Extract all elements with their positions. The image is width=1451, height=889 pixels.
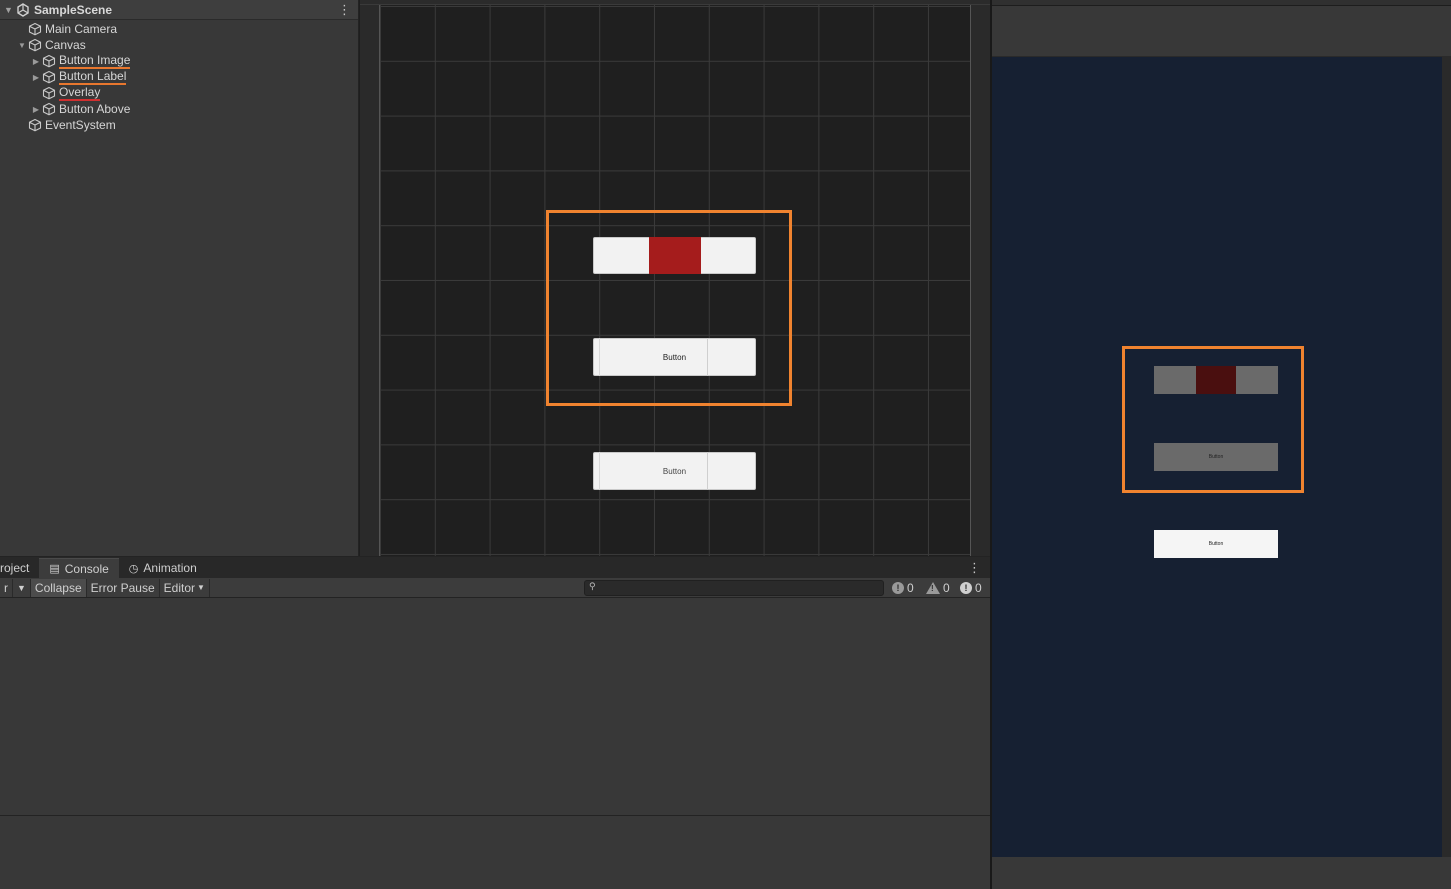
message-count: 0 [975,581,982,595]
collapse-label: Collapse [34,580,82,595]
gameobject-cube-icon [28,38,42,52]
hierarchy-panel: ▼ SampleScene ⋮ Main Camera ▼ Canvas ▶ B… [0,0,359,556]
tab-label: roject [0,561,30,575]
collapse-toggle[interactable]: Collapse [30,578,87,597]
error-count: 0 [907,581,914,595]
console-icon: ▤ [49,563,60,575]
hierarchy-scene-header[interactable]: ▼ SampleScene ⋮ [0,0,358,20]
rect-guide-line [707,452,708,490]
more-options-icon[interactable]: ⋮ [338,3,351,16]
game-view-footer [992,857,1451,889]
hierarchy-item-main-camera[interactable]: Main Camera [16,21,117,37]
chevron-down-icon: ▼ [197,583,205,592]
hierarchy-item-overlay[interactable]: Overlay [30,85,101,101]
message-count-toggle[interactable]: ! 0 [960,579,982,597]
error-pause-toggle[interactable]: Error Pause [87,578,160,597]
console-search-input[interactable]: ⚲ [584,580,884,596]
console-panel: roject ▤ Console ◷ Animation ⋮ r ▼ Colla… [0,556,990,889]
console-log-list[interactable] [0,599,990,816]
collapsed-arrow-icon[interactable]: ▶ [30,57,42,66]
error-count-toggle[interactable]: ! 0 [892,579,914,597]
highlight-annotation-box [1122,346,1304,493]
hierarchy-item-button-above[interactable]: ▶ Button Above [30,101,130,117]
editor-dropdown[interactable]: Editor ▼ [160,578,210,597]
collapsed-arrow-icon[interactable]: ▶ [30,105,42,114]
expanded-arrow-icon[interactable]: ▼ [16,41,28,50]
warning-count-toggle[interactable]: ! 0 [926,579,950,597]
console-toolbar: r ▼ Collapse Error Pause Editor ▼ ⚲ ! 0 … [0,578,990,598]
clear-dropdown-arrow-icon[interactable]: ▼ [13,578,31,597]
hierarchy-item-label: Button Image [59,53,131,69]
search-icon: ⚲ [589,581,596,591]
canvas-boundary-right [970,5,990,556]
scene-button-above[interactable]: Button [593,452,756,490]
gameobject-cube-icon [42,86,56,100]
clear-button[interactable]: r [0,578,13,597]
hierarchy-item-label: Button Above [59,102,131,116]
warning-icon: ! [926,582,940,594]
game-canvas[interactable]: Button Button [992,57,1442,857]
hierarchy-item-label: Main Camera [45,22,118,36]
error-icon: ! [892,582,904,594]
gameobject-cube-icon [28,118,42,132]
animation-icon: ◷ [128,562,139,575]
info-icon: ! [960,582,972,594]
hierarchy-item-eventsystem[interactable]: EventSystem [16,117,116,133]
clear-label: r [4,580,8,595]
game-view-toolbar [992,6,1451,56]
scene-view[interactable]: Button Button [360,0,990,556]
hierarchy-item-label: Button Label [59,69,127,85]
editor-label: Editor [163,580,196,595]
game-button-above[interactable]: Button [1154,530,1278,558]
more-options-icon[interactable]: ⋮ [968,561,981,574]
gameobject-cube-icon [42,54,56,68]
hierarchy-item-canvas[interactable]: ▼ Canvas [16,37,86,53]
canvas-boundary-left [360,5,380,556]
gameobject-cube-icon [42,70,56,84]
scene-name: SampleScene [34,2,113,17]
button-text: Button [662,466,687,476]
tab-animation[interactable]: ◷ Animation [119,558,207,578]
warning-count: 0 [943,581,950,595]
hierarchy-item-button-image[interactable]: ▶ Button Image [30,53,131,69]
bottom-tabs: roject ▤ Console ◷ Animation ⋮ [0,557,990,578]
collapse-arrow-icon[interactable]: ▼ [4,5,16,15]
gameobject-cube-icon [28,22,42,36]
highlight-annotation-box [546,210,792,406]
tab-label: Console [64,561,109,576]
hierarchy-item-label: EventSystem [45,118,116,132]
error-pause-label: Error Pause [90,580,155,595]
unity-scene-icon [17,2,29,17]
hierarchy-item-button-label[interactable]: ▶ Button Label [30,69,127,85]
button-text: Button [1208,541,1224,547]
hierarchy-item-label: Canvas [45,38,86,52]
hierarchy-item-label: Overlay [59,85,101,101]
collapsed-arrow-icon[interactable]: ▶ [30,73,42,82]
tab-console[interactable]: ▤ Console [39,558,119,578]
tab-project[interactable]: roject [0,558,39,578]
gameobject-cube-icon [42,102,56,116]
rect-guide-line [599,452,600,490]
tab-label: Animation [143,561,197,575]
game-view: Button Button [990,0,1451,889]
